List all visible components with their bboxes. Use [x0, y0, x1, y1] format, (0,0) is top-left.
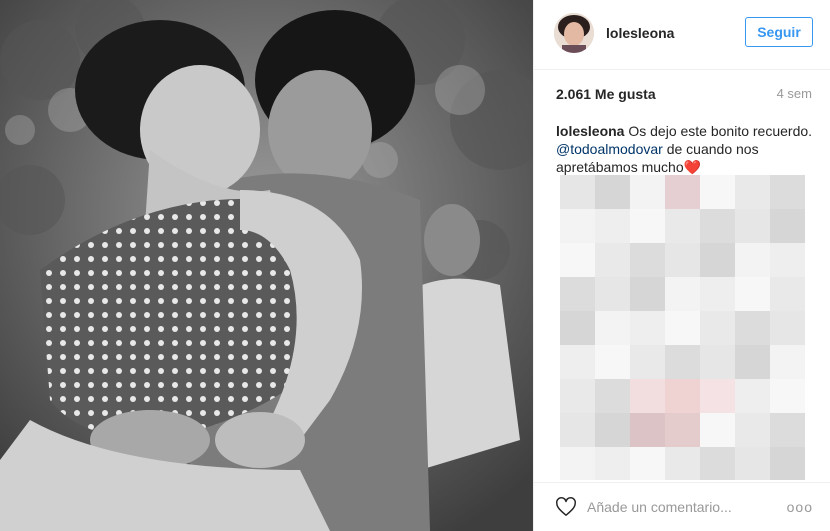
- caption-text-before: Os dejo este bonito recuerdo.: [628, 123, 813, 139]
- blur-cell: [560, 379, 595, 413]
- blur-cell: [595, 345, 630, 379]
- blur-cell: [560, 345, 595, 379]
- blur-cell: [665, 413, 700, 447]
- blur-cell: [630, 447, 665, 480]
- blur-cell: [595, 379, 630, 413]
- blur-cell: [735, 175, 770, 209]
- heart-outline-icon[interactable]: [555, 496, 577, 518]
- blur-cell: [560, 447, 595, 480]
- blur-cell: [595, 413, 630, 447]
- blur-cell: [700, 379, 735, 413]
- blur-cell: [735, 243, 770, 277]
- avatar[interactable]: [554, 13, 594, 53]
- heart-emoji-icon: ❤️: [683, 159, 702, 175]
- blurred-comments: [560, 175, 806, 480]
- post-age[interactable]: 4 sem: [777, 86, 812, 101]
- blur-cell: [595, 243, 630, 277]
- blur-cell: [770, 311, 805, 345]
- blur-cell: [700, 345, 735, 379]
- blur-cell: [665, 277, 700, 311]
- blur-cell: [770, 243, 805, 277]
- blur-cell: [665, 209, 700, 243]
- blur-cell: [770, 447, 805, 480]
- blur-cell: [770, 175, 805, 209]
- likes-count[interactable]: 2.061 Me gusta: [556, 86, 656, 102]
- header-username[interactable]: lolesleona: [606, 25, 674, 41]
- blur-cell: [770, 345, 805, 379]
- blur-cell: [560, 175, 595, 209]
- blur-cell: [630, 413, 665, 447]
- blur-cell: [595, 311, 630, 345]
- blur-cell: [700, 447, 735, 480]
- blur-cell: [665, 379, 700, 413]
- post-caption: lolesleona Os dejo este bonito recuerdo.…: [556, 122, 816, 176]
- blur-cell: [665, 175, 700, 209]
- blur-cell: [770, 277, 805, 311]
- blur-cell: [735, 209, 770, 243]
- blur-cell: [595, 277, 630, 311]
- blur-cell: [595, 209, 630, 243]
- blur-cell: [735, 379, 770, 413]
- blur-cell: [700, 209, 735, 243]
- comment-input[interactable]: [587, 496, 787, 518]
- blur-cell: [735, 345, 770, 379]
- blur-cell: [700, 175, 735, 209]
- post-footer: ooo: [534, 482, 830, 531]
- more-options-button[interactable]: ooo: [787, 499, 813, 515]
- blur-cell: [560, 311, 595, 345]
- caption-mention[interactable]: @todoalmodovar: [556, 141, 663, 157]
- post-sidebar: lolesleona Seguir 2.061 Me gusta 4 sem l…: [533, 0, 830, 531]
- blur-cell: [735, 311, 770, 345]
- blur-cell: [595, 447, 630, 480]
- blur-cell: [560, 243, 595, 277]
- blur-cell: [665, 447, 700, 480]
- post-photo[interactable]: [0, 0, 533, 531]
- blur-cell: [630, 243, 665, 277]
- blur-cell: [700, 311, 735, 345]
- caption-username[interactable]: lolesleona: [556, 123, 624, 139]
- post-header: lolesleona Seguir: [534, 0, 830, 70]
- blur-cell: [735, 447, 770, 480]
- blur-cell: [700, 413, 735, 447]
- follow-button[interactable]: Seguir: [745, 17, 813, 47]
- blur-cell: [560, 413, 595, 447]
- blur-cell: [630, 345, 665, 379]
- photo-image: [0, 0, 533, 531]
- blur-cell: [770, 209, 805, 243]
- blur-cell: [560, 209, 595, 243]
- blur-cell: [665, 311, 700, 345]
- blur-cell: [630, 379, 665, 413]
- blur-cell: [700, 243, 735, 277]
- blur-cell: [770, 379, 805, 413]
- blur-cell: [630, 175, 665, 209]
- blur-cell: [700, 277, 735, 311]
- blur-cell: [770, 413, 805, 447]
- blur-cell: [630, 277, 665, 311]
- blur-cell: [665, 345, 700, 379]
- blur-cell: [560, 277, 595, 311]
- blur-cell: [735, 413, 770, 447]
- blur-cell: [630, 311, 665, 345]
- blur-cell: [630, 209, 665, 243]
- avatar-image: [554, 13, 594, 53]
- blur-cell: [665, 243, 700, 277]
- blur-cell: [595, 175, 630, 209]
- blur-cell: [735, 277, 770, 311]
